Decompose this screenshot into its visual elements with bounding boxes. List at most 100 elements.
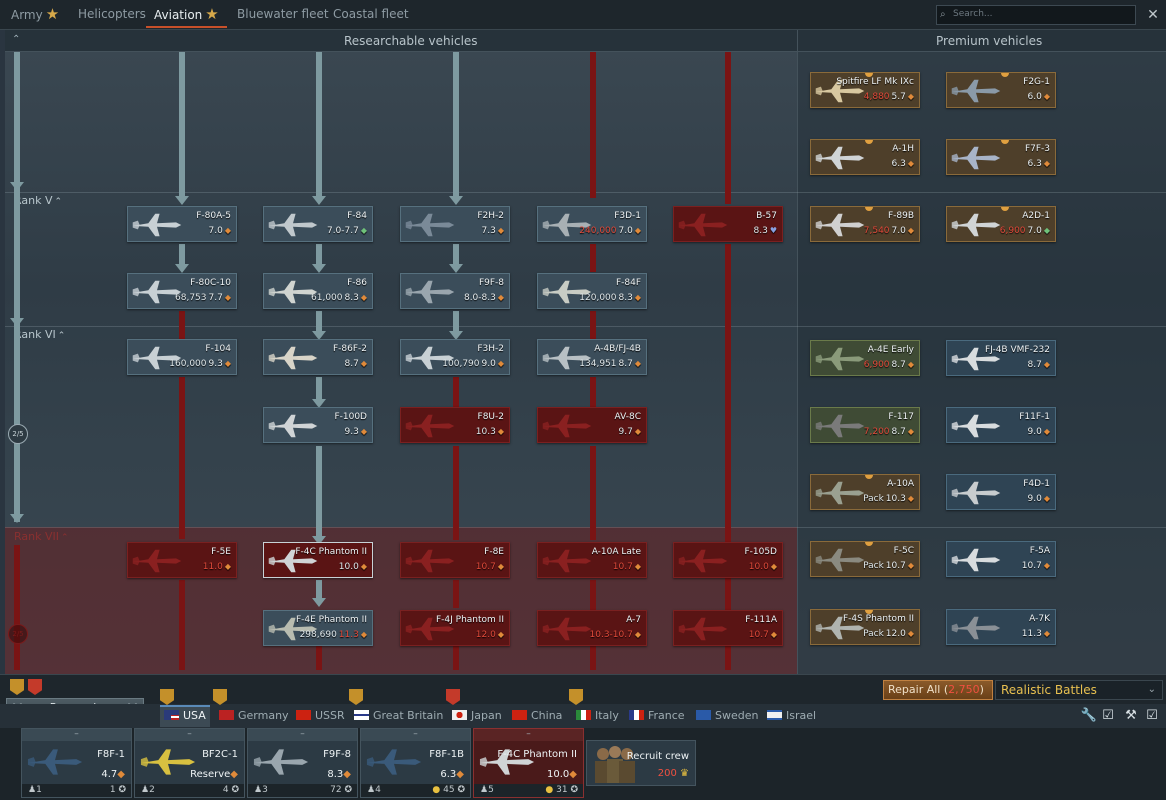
checkbox-icon[interactable]: ☑ bbox=[1099, 707, 1117, 725]
nation-tab-japan[interactable]: Japan bbox=[452, 705, 502, 727]
arrow-down-icon bbox=[312, 264, 326, 273]
tab-bluewater-fleet[interactable]: Bluewater fleet bbox=[237, 0, 329, 28]
star-icon: ★ bbox=[205, 5, 219, 23]
rank-v-label[interactable]: Rank V ⌃ bbox=[14, 194, 62, 207]
premium-card-a-10a[interactable]: A-10A Pack 10.3 ◆ bbox=[810, 474, 920, 510]
vehicle-card-f9f-8[interactable]: F9F-8 8.0-8.3 ◆ bbox=[400, 273, 510, 309]
plane-icon bbox=[365, 743, 423, 781]
tree-link bbox=[179, 311, 185, 339]
premium-icon bbox=[865, 140, 873, 144]
vehicle-card-b-57[interactable]: B-57 8.3 ♥ bbox=[673, 206, 783, 242]
close-button[interactable]: ✕ bbox=[1143, 5, 1163, 25]
vehicle-card-a-4b-fj-4b[interactable]: A-4B/FJ-4B 134,951 8.7 ◆ bbox=[537, 339, 647, 375]
crew-slot[interactable]: – F9F-8 8.3◆ ♟3 72 ✪ bbox=[247, 728, 358, 798]
rank-progress-counter: 2/5 bbox=[8, 624, 28, 644]
premium-icon bbox=[1001, 73, 1009, 77]
wrench-icon[interactable]: 🔧 bbox=[1080, 707, 1098, 725]
vehicle-card-f-105d[interactable]: F-105D 10.0 ◆ bbox=[673, 542, 783, 578]
nation-tab-germany[interactable]: Germany bbox=[219, 705, 289, 727]
tree-link bbox=[725, 52, 731, 204]
nation-tab-france[interactable]: France bbox=[629, 705, 685, 727]
vehicle-card-f-84[interactable]: F-84 7.0-7.7 ◆ bbox=[263, 206, 373, 242]
tree-link bbox=[316, 311, 322, 333]
premium-card-spitfire-lf-mk-ixc[interactable]: Spitfire LF Mk IXc 4,880 5.7 ◆ bbox=[810, 72, 920, 108]
premium-card-f4d-1[interactable]: F4D-1 9.0 ◆ bbox=[946, 474, 1056, 510]
premium-card-a-7k[interactable]: A-7K 11.3 ◆ bbox=[946, 609, 1056, 645]
sweden-flag-icon bbox=[696, 710, 711, 720]
premium-card-f-5c[interactable]: F-5C Pack 10.7 ◆ bbox=[810, 541, 920, 577]
plane-icon bbox=[541, 546, 593, 576]
premium-card-f-89b[interactable]: F-89B 7,540 7.0 ◆ bbox=[810, 206, 920, 242]
vehicle-card-f8u-2[interactable]: F8U-2 10.3 ◆ bbox=[400, 407, 510, 443]
tree-link bbox=[453, 377, 459, 407]
search-input[interactable]: Search... bbox=[936, 5, 1136, 25]
nation-tab-ussr[interactable]: USSR bbox=[296, 705, 345, 727]
vehicle-card-f-80a-5[interactable]: F-80A-5 7.0 ◆ bbox=[127, 206, 237, 242]
vehicle-card-f-80c-10[interactable]: F-80C-10 68,753 7.7 ◆ bbox=[127, 273, 237, 309]
plane-icon bbox=[814, 545, 866, 575]
arrow-down-icon bbox=[175, 196, 189, 205]
collapse-icon[interactable]: ⌃ bbox=[12, 34, 20, 45]
premium-card-f7f-3[interactable]: F7F-3 6.3 ◆ bbox=[946, 139, 1056, 175]
vehicle-card-f-111a[interactable]: F-111A 10.7 ◆ bbox=[673, 610, 783, 646]
vehicle-card-a-7[interactable]: A-7 10.3-10.7 ◆ bbox=[537, 610, 647, 646]
vehicle-card-f-4c-phantom-ii[interactable]: F-4C Phantom II 10.0 ◆ bbox=[263, 542, 373, 578]
vehicle-card-f-100d[interactable]: F-100D 9.3 ◆ bbox=[263, 407, 373, 443]
premium-card-a-4e-early[interactable]: A-4E Early 6,900 8.7 ◆ bbox=[810, 340, 920, 376]
premium-icon bbox=[1001, 140, 1009, 144]
plane-icon bbox=[139, 743, 197, 781]
crew-slot[interactable]: – BF2C-1 Reserve◆ ♟2 4 ✪ bbox=[134, 728, 245, 798]
crew-slot[interactable]: – F8F-1B 6.3◆ ♟4 ● 45 ✪ bbox=[360, 728, 471, 798]
vehicle-card-f-4j-phantom-ii[interactable]: F-4J Phantom II 12.0 ◆ bbox=[400, 610, 510, 646]
checkbox-icon[interactable]: ☑ bbox=[1143, 707, 1161, 725]
vehicle-card-f-84f[interactable]: F-84F 120,000 8.3 ◆ bbox=[537, 273, 647, 309]
vehicle-card-f2h-2[interactable]: F2H-2 7.3 ◆ bbox=[400, 206, 510, 242]
tree-link bbox=[453, 52, 459, 198]
arrow-down-icon bbox=[312, 598, 326, 607]
vehicle-card-f-86f-2[interactable]: F-86F-2 8.7 ◆ bbox=[263, 339, 373, 375]
plane-icon bbox=[814, 344, 866, 374]
vehicle-card-f-104[interactable]: F-104 160,000 9.3 ◆ bbox=[127, 339, 237, 375]
multi-wrench-icon[interactable]: ⚒ bbox=[1122, 707, 1140, 725]
premium-card-f-117[interactable]: F-117 7,200 8.7 ◆ bbox=[810, 407, 920, 443]
tree-link bbox=[453, 244, 459, 266]
premium-card-f2g-1[interactable]: F2G-1 6.0 ◆ bbox=[946, 72, 1056, 108]
vehicle-card-f3d-1[interactable]: F3D-1 240,000 7.0 ◆ bbox=[537, 206, 647, 242]
rank-vi-label[interactable]: Rank VI ⌃ bbox=[14, 328, 65, 341]
nation-tab-usa[interactable]: USA bbox=[160, 705, 210, 727]
plane-icon bbox=[814, 411, 866, 441]
nation-tab-china[interactable]: China bbox=[512, 705, 562, 727]
premium-card-f-5a[interactable]: F-5A 10.7 ◆ bbox=[946, 541, 1056, 577]
repair-all-button[interactable]: Repair All (2,750) bbox=[883, 680, 993, 700]
nation-tab-great-britain[interactable]: Great Britain bbox=[354, 705, 443, 727]
premium-card-fj-4b-vmf-232[interactable]: FJ-4B VMF-232 8.7 ◆ bbox=[946, 340, 1056, 376]
nation-tab-italy[interactable]: Italy bbox=[576, 705, 619, 727]
tab-aviation[interactable]: Aviation ★ bbox=[146, 0, 227, 28]
vehicle-card-f3h-2[interactable]: F3H-2 100,790 9.0 ◆ bbox=[400, 339, 510, 375]
vehicle-card-f-5e[interactable]: F-5E 11.0 ◆ bbox=[127, 542, 237, 578]
tree-link bbox=[590, 311, 596, 339]
plane-icon bbox=[950, 613, 1002, 643]
tree-link bbox=[590, 244, 596, 272]
vehicle-card-a-10a-late[interactable]: A-10A Late 10.7 ◆ bbox=[537, 542, 647, 578]
premium-card-a2d-1[interactable]: A2D-1 6,900 7.0 ◆ bbox=[946, 206, 1056, 242]
premium-card-f-4s-phantom-ii[interactable]: F-4S Phantom II Pack 12.0 ◆ bbox=[810, 609, 920, 645]
game-mode-select[interactable]: Realistic Battles ⌄ bbox=[995, 680, 1163, 700]
vehicle-card-f-4e-phantom-ii[interactable]: F-4E Phantom II 298,690 11.3 ◆ bbox=[263, 610, 373, 646]
nation-tab-sweden[interactable]: Sweden bbox=[696, 705, 758, 727]
tree-link bbox=[590, 446, 596, 540]
crew-slot[interactable]: – F8F-1 4.7◆ ♟1 1 ✪ bbox=[21, 728, 132, 798]
recruit-crew-button[interactable]: Recruit crew 200 ♛ bbox=[586, 740, 696, 786]
premium-card-a-1h[interactable]: A-1H 6.3 ◆ bbox=[810, 139, 920, 175]
nation-tab-israel[interactable]: Israel bbox=[767, 705, 816, 727]
tab-army[interactable]: Army ★ bbox=[11, 0, 59, 28]
tab-coastal-fleet[interactable]: Coastal fleet bbox=[333, 0, 409, 28]
rank-vii-label[interactable]: Rank VII ⌃ bbox=[14, 530, 69, 543]
tab-helicopters[interactable]: Helicopters bbox=[78, 0, 146, 28]
premium-card-f11f-1[interactable]: F11F-1 9.0 ◆ bbox=[946, 407, 1056, 443]
vehicle-card-f-86[interactable]: F-86 61,000 8.3 ◆ bbox=[263, 273, 373, 309]
vehicle-card-f-8e[interactable]: F-8E 10.7 ◆ bbox=[400, 542, 510, 578]
tree-link bbox=[453, 580, 459, 608]
crew-slot-selected[interactable]: – F-4C Phantom II 10.0◆ ♟5 ● 31 ✪ bbox=[473, 728, 584, 798]
vehicle-card-av-8c[interactable]: AV-8C 9.7 ◆ bbox=[537, 407, 647, 443]
